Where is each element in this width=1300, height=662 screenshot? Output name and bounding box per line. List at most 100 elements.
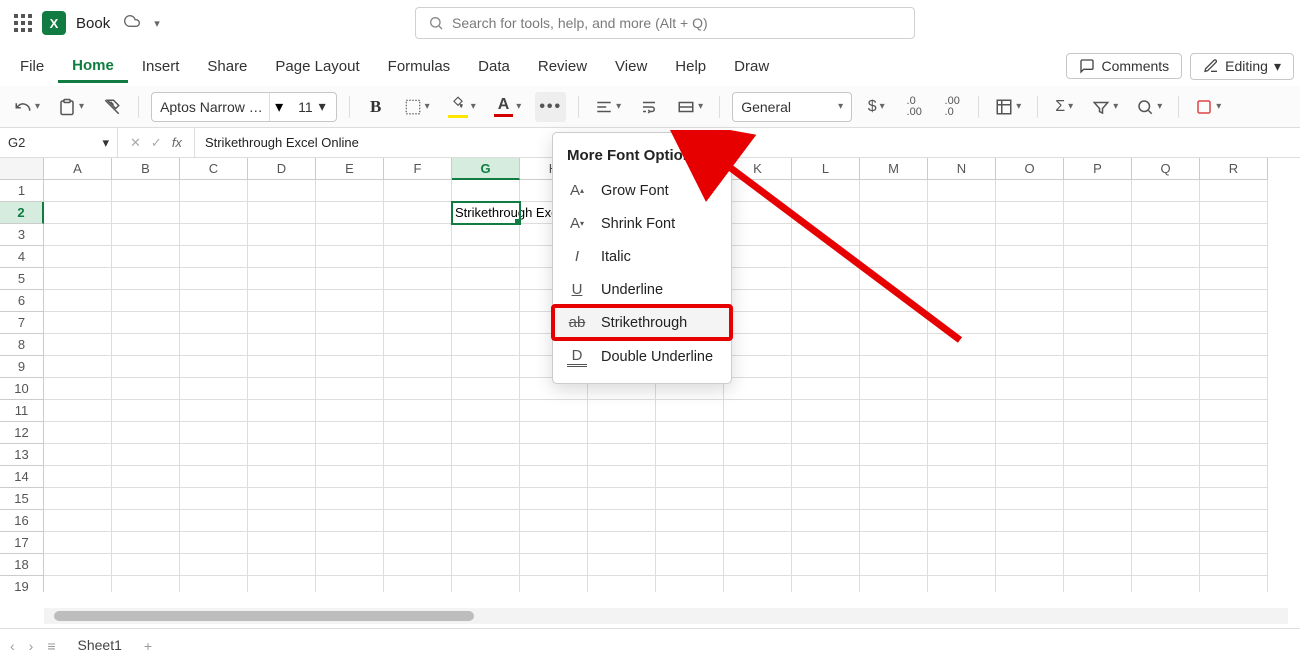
cell-P8[interactable]	[1064, 334, 1132, 356]
cell-A18[interactable]	[44, 554, 112, 576]
cell-N4[interactable]	[928, 246, 996, 268]
cell-B2[interactable]	[112, 202, 180, 224]
cell-N18[interactable]	[928, 554, 996, 576]
borders-button[interactable]: ▾	[400, 92, 434, 122]
cell-M4[interactable]	[860, 246, 928, 268]
tab-draw[interactable]: Draw	[720, 50, 783, 83]
cell-R11[interactable]	[1200, 400, 1268, 422]
cancel-formula-icon[interactable]: ✕	[130, 135, 141, 151]
cell-H11[interactable]	[520, 400, 588, 422]
currency-button[interactable]: $▾	[862, 92, 890, 122]
cell-F6[interactable]	[384, 290, 452, 312]
cell-L16[interactable]	[792, 510, 860, 532]
tab-data[interactable]: Data	[464, 50, 524, 83]
column-header-M[interactable]: M	[860, 158, 928, 180]
cell-C13[interactable]	[180, 444, 248, 466]
cell-C17[interactable]	[180, 532, 248, 554]
cell-A13[interactable]	[44, 444, 112, 466]
cell-L12[interactable]	[792, 422, 860, 444]
cell-Q11[interactable]	[1132, 400, 1200, 422]
cell-C7[interactable]	[180, 312, 248, 334]
comments-button[interactable]: Comments	[1066, 53, 1182, 79]
cell-E12[interactable]	[316, 422, 384, 444]
column-header-A[interactable]: A	[44, 158, 112, 180]
cell-I19[interactable]	[588, 576, 656, 592]
cell-F5[interactable]	[384, 268, 452, 290]
cell-B17[interactable]	[112, 532, 180, 554]
cell-L15[interactable]	[792, 488, 860, 510]
cell-O14[interactable]	[996, 466, 1064, 488]
cell-F3[interactable]	[384, 224, 452, 246]
cell-J17[interactable]	[656, 532, 724, 554]
cell-M2[interactable]	[860, 202, 928, 224]
cell-J16[interactable]	[656, 510, 724, 532]
sort-filter-button[interactable]: ▾	[1088, 92, 1122, 122]
cell-E5[interactable]	[316, 268, 384, 290]
cell-M10[interactable]	[860, 378, 928, 400]
merge-button[interactable]: ▾	[673, 92, 707, 122]
cell-L19[interactable]	[792, 576, 860, 592]
cell-K18[interactable]	[724, 554, 792, 576]
cell-K6[interactable]	[724, 290, 792, 312]
cell-L1[interactable]	[792, 180, 860, 202]
column-header-F[interactable]: F	[384, 158, 452, 180]
cell-K14[interactable]	[724, 466, 792, 488]
menu-item-strikethrough[interactable]: ab Strikethrough	[553, 306, 731, 339]
cell-L14[interactable]	[792, 466, 860, 488]
format-painter-button[interactable]	[98, 92, 126, 122]
cell-P19[interactable]	[1064, 576, 1132, 592]
cell-P9[interactable]	[1064, 356, 1132, 378]
column-header-D[interactable]: D	[248, 158, 316, 180]
cell-R19[interactable]	[1200, 576, 1268, 592]
cell-O1[interactable]	[996, 180, 1064, 202]
cell-F14[interactable]	[384, 466, 452, 488]
cell-E9[interactable]	[316, 356, 384, 378]
cell-L6[interactable]	[792, 290, 860, 312]
cell-L3[interactable]	[792, 224, 860, 246]
cell-B3[interactable]	[112, 224, 180, 246]
more-font-options-button[interactable]: •••	[535, 92, 566, 122]
cell-E13[interactable]	[316, 444, 384, 466]
row-header-19[interactable]: 19	[0, 576, 44, 592]
cell-A3[interactable]	[44, 224, 112, 246]
cell-H17[interactable]	[520, 532, 588, 554]
cell-L11[interactable]	[792, 400, 860, 422]
cell-F18[interactable]	[384, 554, 452, 576]
cell-H15[interactable]	[520, 488, 588, 510]
cloud-sync-icon[interactable]	[124, 13, 140, 34]
cell-Q12[interactable]	[1132, 422, 1200, 444]
cell-L13[interactable]	[792, 444, 860, 466]
cell-O6[interactable]	[996, 290, 1064, 312]
cell-G14[interactable]	[452, 466, 520, 488]
cell-P11[interactable]	[1064, 400, 1132, 422]
cell-A4[interactable]	[44, 246, 112, 268]
cell-I18[interactable]	[588, 554, 656, 576]
cell-O2[interactable]	[996, 202, 1064, 224]
column-header-Q[interactable]: Q	[1132, 158, 1200, 180]
document-name[interactable]: Book	[76, 15, 110, 32]
menu-item-underline[interactable]: U Underline	[553, 273, 731, 306]
cell-Q3[interactable]	[1132, 224, 1200, 246]
cell-R7[interactable]	[1200, 312, 1268, 334]
cell-D9[interactable]	[248, 356, 316, 378]
cell-L9[interactable]	[792, 356, 860, 378]
cell-G9[interactable]	[452, 356, 520, 378]
cell-O8[interactable]	[996, 334, 1064, 356]
cell-G15[interactable]	[452, 488, 520, 510]
cell-R6[interactable]	[1200, 290, 1268, 312]
number-format-select[interactable]: General▾	[732, 92, 852, 122]
paste-button[interactable]: ▾	[54, 92, 88, 122]
cell-P10[interactable]	[1064, 378, 1132, 400]
cell-N5[interactable]	[928, 268, 996, 290]
cell-F17[interactable]	[384, 532, 452, 554]
cell-N9[interactable]	[928, 356, 996, 378]
cell-M8[interactable]	[860, 334, 928, 356]
cell-F2[interactable]	[384, 202, 452, 224]
column-header-E[interactable]: E	[316, 158, 384, 180]
row-header-3[interactable]: 3	[0, 224, 44, 246]
cell-N15[interactable]	[928, 488, 996, 510]
cell-Q8[interactable]	[1132, 334, 1200, 356]
cell-E14[interactable]	[316, 466, 384, 488]
increase-decimal-button[interactable]: .00.0	[938, 92, 966, 122]
cell-N17[interactable]	[928, 532, 996, 554]
